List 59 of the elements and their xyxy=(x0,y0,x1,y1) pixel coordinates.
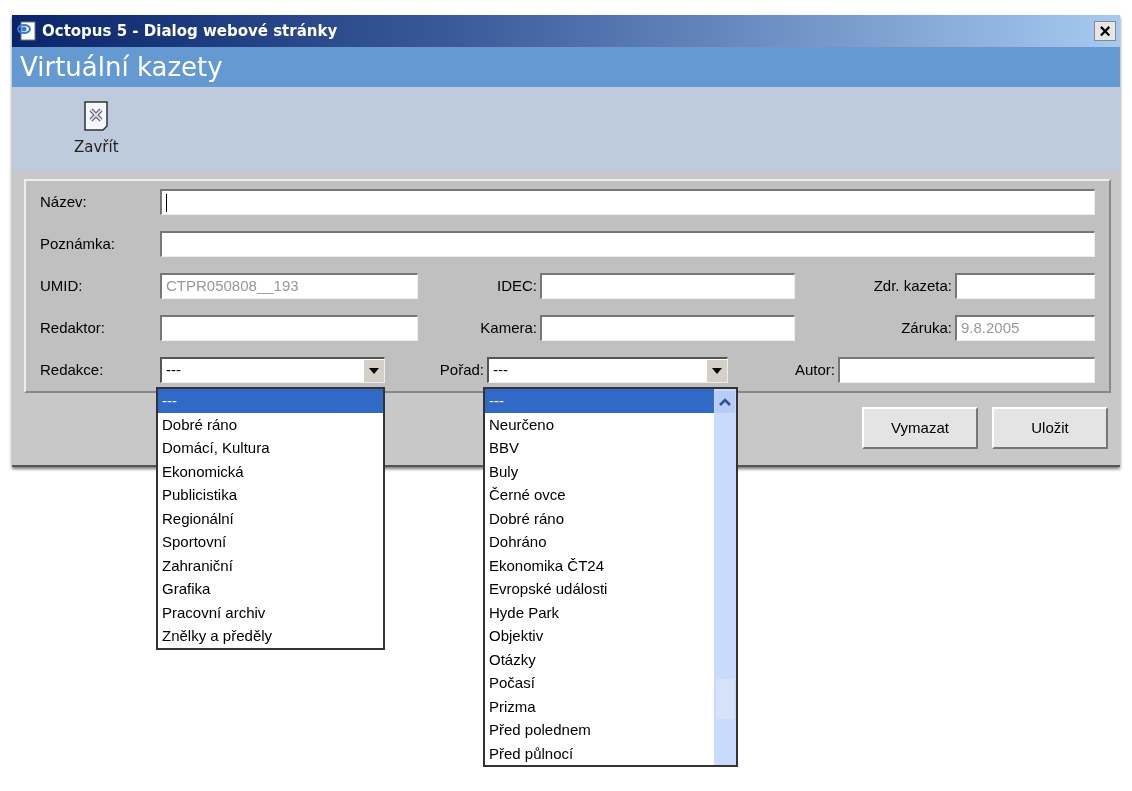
dropdown-option[interactable]: Prizma xyxy=(485,694,714,718)
dropdown-option[interactable]: Grafika xyxy=(158,577,383,601)
window-title: Octopus 5 - Dialog webové stránky xyxy=(42,20,338,42)
dropdown-option[interactable]: --- xyxy=(158,389,383,413)
field-label: Redakce: xyxy=(40,359,104,380)
field-label: Poznámka: xyxy=(40,233,116,254)
dropdown-option[interactable]: Před půlnocí xyxy=(485,741,714,765)
field-label: Autor: xyxy=(794,359,835,380)
action-button[interactable]: Vymazat xyxy=(862,407,978,449)
input-field[interactable] xyxy=(160,231,1095,257)
caret-icon xyxy=(707,359,727,382)
field-label: Redaktor: xyxy=(40,317,106,338)
app-icon xyxy=(16,20,38,42)
dropdown-option[interactable]: Otázky xyxy=(485,647,714,671)
input-field[interactable] xyxy=(160,315,418,341)
close-button[interactable]: × xyxy=(1094,21,1116,41)
dropdown-option[interactable]: Černé ovce xyxy=(485,483,714,507)
dropdown-option[interactable]: Publicistika xyxy=(158,483,383,507)
dropdown-option[interactable]: Dobré ráno xyxy=(485,506,714,530)
caret-icon xyxy=(364,359,384,382)
dropdown-option[interactable]: Zahraniční xyxy=(158,553,383,577)
dropdown-option[interactable]: Sportovní xyxy=(158,530,383,554)
dropdown-option[interactable]: Objektiv xyxy=(485,624,714,648)
dropdown-option[interactable]: Domácí, Kultura xyxy=(158,436,383,460)
dropdown-option[interactable]: Buly xyxy=(485,459,714,483)
header-title: Virtuální kazety xyxy=(20,50,223,84)
dropdown-option[interactable]: Znělky a předěly xyxy=(158,624,383,648)
dropdown-option[interactable]: Hyde Park xyxy=(485,600,714,624)
field-label: IDEC: xyxy=(497,275,537,296)
field-label: Název: xyxy=(40,191,87,212)
action-button[interactable]: Uložit xyxy=(992,407,1108,449)
input-field[interactable] xyxy=(955,273,1095,299)
dropdown-option[interactable]: BBV xyxy=(485,436,714,460)
input-field[interactable] xyxy=(540,273,795,299)
field-label: UMID: xyxy=(40,275,83,296)
input-field[interactable] xyxy=(540,315,795,341)
dropdown-option[interactable]: Evropské události xyxy=(485,577,714,601)
dropdown-option[interactable]: Dohráno xyxy=(485,530,714,554)
close-button[interactable]: Zavřít xyxy=(74,99,119,159)
scroll-up-icon[interactable] xyxy=(715,391,735,413)
field-label: Pořad: xyxy=(439,359,484,380)
dropdown-option[interactable]: Ekonomická xyxy=(158,459,383,483)
field-label: Záruka: xyxy=(901,317,952,338)
input-field[interactable] xyxy=(838,357,1095,383)
dropdown-option[interactable]: Dobré ráno xyxy=(158,412,383,436)
field-label: Kamera: xyxy=(480,317,537,338)
dropdown-option[interactable]: Ekonomika ČT24 xyxy=(485,553,714,577)
dropdown-option[interactable]: Neurčeno xyxy=(485,412,714,436)
dropdown-option[interactable]: --- xyxy=(485,389,714,413)
scrollbar[interactable] xyxy=(714,389,736,765)
dropdown-option[interactable]: Regionální xyxy=(158,506,383,530)
dropdown-option[interactable]: Pracovní archiv xyxy=(158,600,383,624)
input-field[interactable] xyxy=(160,189,1095,215)
dropdown-field[interactable]: --- xyxy=(487,357,728,383)
close-document-icon xyxy=(83,99,110,132)
dropdown-option[interactable]: Počasí xyxy=(485,671,714,695)
dropdown-field[interactable]: --- xyxy=(160,357,385,383)
field-label: Zdr. kazeta: xyxy=(873,275,952,296)
dropdown-option[interactable]: Před polednem xyxy=(485,718,714,742)
